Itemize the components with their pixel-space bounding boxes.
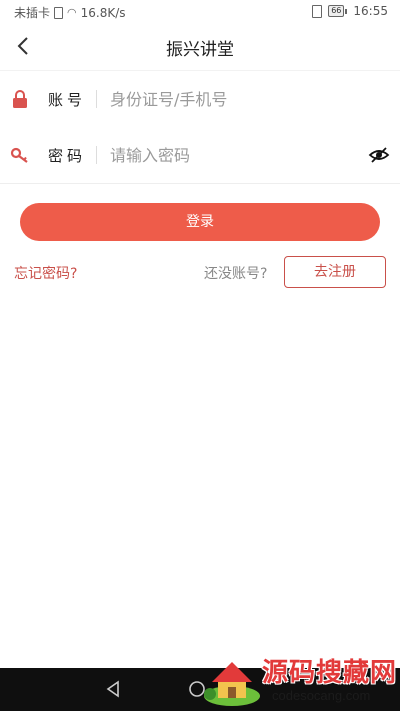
key-icon xyxy=(10,147,28,163)
register-button[interactable]: 去注册 xyxy=(284,256,386,288)
account-input[interactable] xyxy=(110,84,350,114)
battery-tip xyxy=(345,8,348,14)
status-bar: 未插卡 ◠ 16.8K/s 66 16:55 xyxy=(0,0,400,24)
clock: 16:55 xyxy=(353,4,388,18)
password-row: 密码 xyxy=(0,127,400,184)
watermark-title: 源码搜藏网 xyxy=(262,658,398,688)
account-label: 账号 xyxy=(48,91,87,109)
house-logo-icon xyxy=(204,662,260,706)
header-bar: 振兴讲堂 xyxy=(0,24,400,68)
carrier-text: 未插卡 xyxy=(14,6,51,20)
network-speed: 16.8K/s xyxy=(80,5,126,20)
page-title: 振兴讲堂 xyxy=(166,40,234,60)
password-label: 密码 xyxy=(48,147,87,165)
forgot-password-link[interactable]: 忘记密码? xyxy=(14,263,77,283)
watermark-url: codesocang.com xyxy=(272,688,371,703)
vibrate-icon xyxy=(312,4,323,18)
no-account-text: 还没账号? xyxy=(204,266,268,282)
wifi-icon: ◠ xyxy=(67,6,77,19)
sim-icon xyxy=(54,6,64,19)
system-back-icon[interactable] xyxy=(104,680,122,698)
login-button[interactable]: 登录 xyxy=(20,203,380,241)
account-row: 账号 xyxy=(0,70,400,128)
battery-level: 66 xyxy=(328,5,345,17)
account-divider xyxy=(96,90,97,108)
eye-off-icon[interactable] xyxy=(368,145,390,165)
battery-icon: 66 xyxy=(328,5,348,17)
watermark-logo: 源码搜藏网 codesocang.com xyxy=(198,648,400,711)
status-right: 66 16:55 xyxy=(312,4,388,18)
password-input[interactable] xyxy=(110,140,350,170)
lock-icon xyxy=(13,90,27,108)
status-left: 未插卡 ◠ 16.8K/s xyxy=(14,4,126,21)
password-divider xyxy=(96,146,97,164)
